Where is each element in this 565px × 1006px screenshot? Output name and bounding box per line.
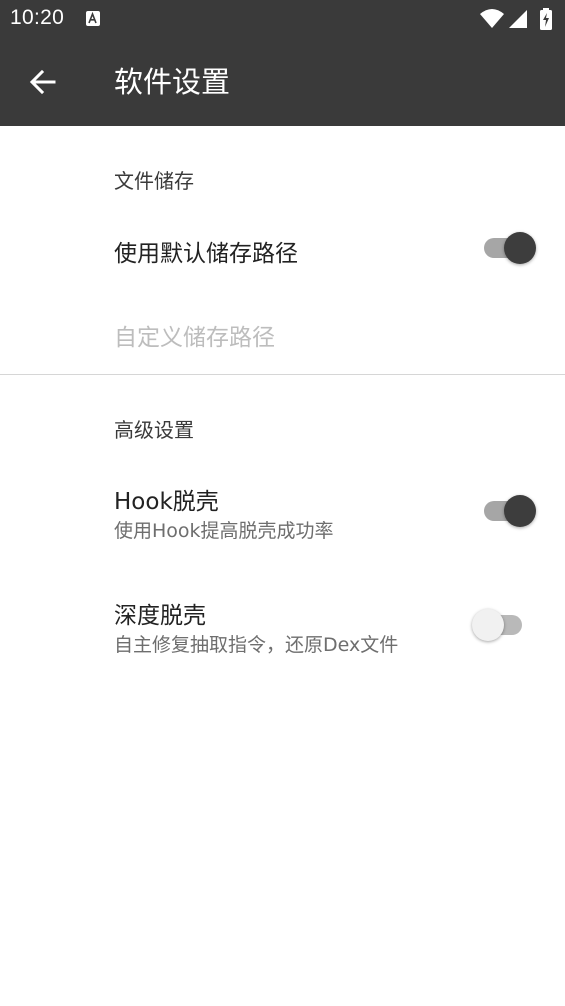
pref-title: 自定义储存路径 (114, 325, 275, 351)
a-box-icon (86, 11, 100, 26)
pref-custom-path: 自定义储存路径 (0, 292, 565, 374)
switch-thumb (504, 495, 536, 527)
wifi-icon (480, 9, 504, 28)
app-bar: 10:20 软件设置 (0, 0, 565, 126)
battery-charging-icon (540, 8, 552, 30)
section-header-advanced: 高级设置 (114, 418, 194, 442)
hook-unpack-switch[interactable] (484, 493, 536, 529)
arrow-left-icon (29, 69, 56, 95)
pref-title: Hook脱壳 (114, 489, 219, 515)
switch-thumb (472, 609, 504, 641)
pref-summary: 自主修复抽取指令，还原Dex文件 (114, 634, 399, 656)
use-default-path-switch[interactable] (484, 230, 536, 266)
deep-unpack-switch[interactable] (472, 607, 536, 643)
status-time: 10:20 (10, 6, 65, 29)
pref-use-default-path[interactable]: 使用默认储存路径 (0, 204, 565, 292)
switch-thumb (504, 232, 536, 264)
section-header-storage: 文件储存 (114, 169, 194, 193)
pref-title: 使用默认储存路径 (114, 241, 298, 267)
back-button[interactable] (24, 62, 64, 102)
pref-deep-unpack[interactable]: 深度脱壳 自主修复抽取指令，还原Dex文件 (0, 574, 565, 678)
signal-icon (509, 10, 527, 28)
page-title: 软件设置 (114, 65, 231, 99)
pref-summary: 使用Hook提高脱壳成功率 (114, 520, 334, 542)
section-divider (0, 374, 565, 375)
pref-title: 深度脱壳 (114, 603, 206, 629)
pref-hook-unpack[interactable]: Hook脱壳 使用Hook提高脱壳成功率 (0, 460, 565, 564)
status-icons (479, 8, 555, 30)
